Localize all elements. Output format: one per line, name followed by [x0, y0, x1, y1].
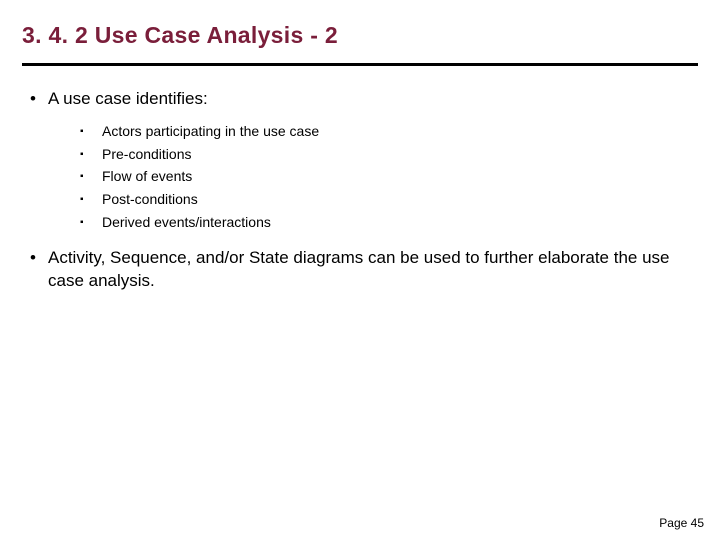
list-item-text: Derived events/interactions	[102, 212, 698, 234]
list-item-text: Pre-conditions	[102, 144, 698, 166]
list-item-text: Actors participating in the use case	[102, 121, 698, 143]
slide: 3. 4. 2 Use Case Analysis - 2 • A use ca…	[0, 0, 720, 540]
bullet-square-icon: ▪	[80, 144, 102, 166]
list-item: ▪ Derived events/interactions	[80, 212, 698, 234]
list-item: • Activity, Sequence, and/or State diagr…	[22, 247, 698, 293]
list-item-text: A use case identifies:	[48, 88, 698, 111]
list-item-text: Post-conditions	[102, 189, 698, 211]
list-item: ▪ Post-conditions	[80, 189, 698, 211]
bullet-square-icon: ▪	[80, 121, 102, 143]
slide-title: 3. 4. 2 Use Case Analysis - 2	[22, 22, 698, 49]
bullet-dot-icon: •	[30, 88, 48, 111]
page-number: Page 45	[659, 516, 704, 530]
list-item: ▪ Pre-conditions	[80, 144, 698, 166]
slide-content: • A use case identifies: ▪ Actors partic…	[22, 88, 698, 293]
bullet-dot-icon: •	[30, 247, 48, 293]
list-item-text: Flow of events	[102, 166, 698, 188]
title-divider	[22, 63, 698, 66]
list-item-text: Activity, Sequence, and/or State diagram…	[48, 247, 698, 293]
bullet-square-icon: ▪	[80, 166, 102, 188]
list-item: • A use case identifies:	[22, 88, 698, 111]
list-item: ▪ Actors participating in the use case	[80, 121, 698, 143]
bullet-square-icon: ▪	[80, 189, 102, 211]
list-item: ▪ Flow of events	[80, 166, 698, 188]
bullet-square-icon: ▪	[80, 212, 102, 234]
sub-list: ▪ Actors participating in the use case ▪…	[22, 121, 698, 233]
